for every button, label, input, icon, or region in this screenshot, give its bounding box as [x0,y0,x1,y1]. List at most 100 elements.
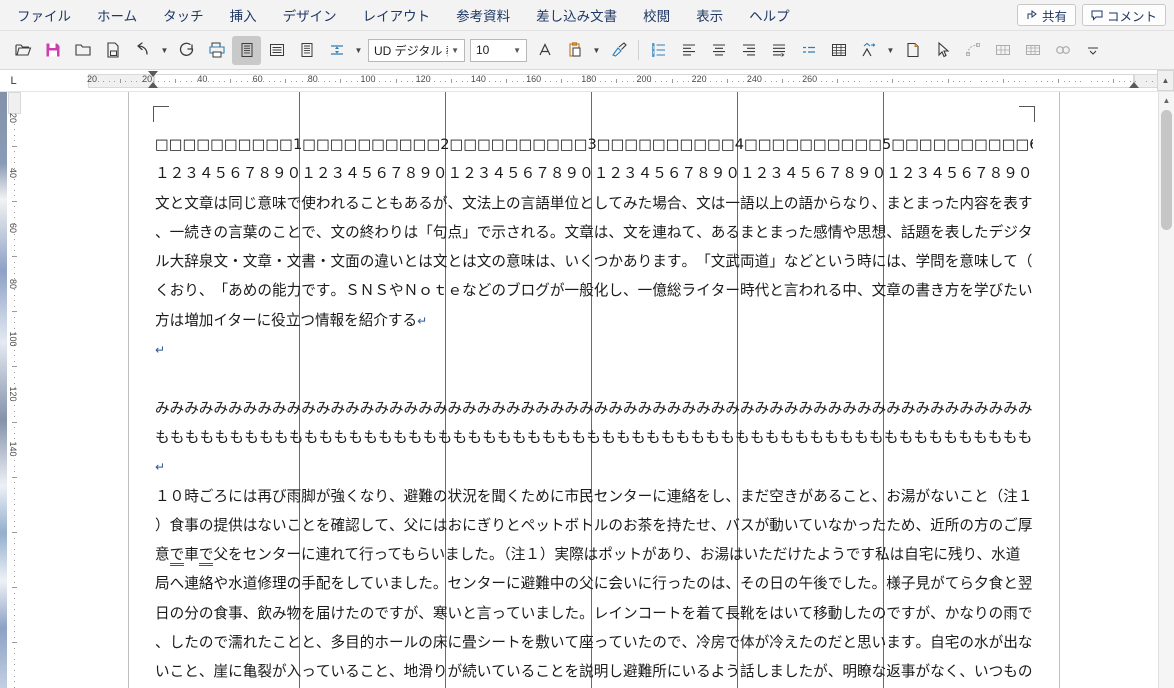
line-p1-5[interactable]: 方は増加イターに役立つ情報を紹介する↵ [155,306,1033,335]
line-pilcrow-2[interactable]: ↵ [155,452,1033,481]
line-spacing-icon[interactable] [322,36,351,65]
document-text[interactable]: □ □ □ □ □ □ □ □ □ □ 1 □ □ □ □ □ □ □ □ □ □ 2 □ □ □ □ □ □ □ □ □ □ 3 □ □ □ □ □ □ □… [155,130,1033,688]
ruler-dot [908,81,910,82]
vruler-dot [14,156,15,158]
document-page-area[interactable]: □ □ □ □ □ □ □ □ □ □ 1 □ □ □ □ □ □ □ □ □ □ 2 □ □ □ □ □ □ □ □ □ □ 3 □ □ □ □ □ □ □… [28,92,1158,688]
ruler-dot [1107,81,1109,82]
menu-mailings[interactable]: 差し込み文書 [523,0,630,30]
first-line-indent-marker[interactable] [148,71,158,77]
list-icon[interactable] [644,36,673,65]
line-pilcrow-1[interactable]: ↵ [155,335,1033,364]
vruler-dot [14,670,15,671]
align-justify-icon[interactable] [764,36,793,65]
line-p2-2[interactable]: ）食事の提供はないことを確認して、父にはおにぎりとペットボトルのお茶を持たせ、バ… [155,511,1033,540]
horizontal-ruler[interactable]: 20 20 40 60 80 100 120 140 160 180 200 220 240 260 [28,70,1157,91]
shape-edit-icon[interactable] [958,36,987,65]
menu-help[interactable]: ヘルプ [736,0,803,30]
indent-icon[interactable] [794,36,823,65]
scrollbar-thumb[interactable] [1161,110,1172,230]
menu-references[interactable]: 参考資料 [443,0,523,30]
infinity-icon[interactable] [1048,36,1077,65]
vruler-dot [14,515,15,517]
vruler-tick [12,642,17,644]
ruler-dot [539,81,541,82]
line-p2-1[interactable]: １ ０ 時ごろには再び雨脚が強くなり、避難の状況を聞くために市民センターに連絡をし、… [155,482,1033,511]
menu-file[interactable]: ファイル [4,0,84,30]
ruler-dot [986,81,988,82]
align-right-icon[interactable] [734,36,763,65]
horizontal-ruler-row: L 20 20 40 60 80 100 120 140 160 180 200 220 240 260 … [0,70,1174,92]
comment-button[interactable]: コメント [1081,4,1166,26]
menu-review[interactable]: 校閲 [630,0,683,30]
font-name-combo[interactable]: UD デジタル 教 ▼ [368,38,465,62]
hanging-indent-marker[interactable] [148,82,158,88]
scrollbar-up-arrow-icon[interactable]: ▲ [1159,92,1174,108]
line-spacing-dropdown-icon[interactable]: ▼ [352,36,365,65]
table-grid-icon[interactable] [988,36,1017,65]
vruler-dot [14,244,15,246]
ruler-dot [759,81,761,82]
vruler-dot [14,554,15,556]
new-folder-icon[interactable] [68,36,97,65]
line-p2-5[interactable]: 日の分の食事、飲み物を届けたのですが、寒いと言っていました。レインコートを着て長… [155,599,1033,628]
line-p1-2[interactable]: 、一続きの言葉のことで、文の終わりは「句点」で示される。文章は、文を連ねて、ある… [155,218,1033,247]
table-icon[interactable] [824,36,853,65]
print-preview-icon[interactable] [98,36,127,65]
undo-dropdown-icon[interactable]: ▼ [158,36,171,65]
menu-view[interactable]: 表示 [683,0,736,30]
menu-layout[interactable]: レイアウト [350,0,444,30]
line-boxes[interactable]: □ □ □ □ □ □ □ □ □ □ 1 □ □ □ □ □ □ □ □ □ □ 2 □ □ □ □ □ □ □ □ □ □ 3 □ □ □ □ □ □ □… [155,130,1033,159]
vruler-dot [14,438,15,440]
line-mi[interactable]: みみみみみみみみみみみみみみみみみみみみみみみみみみみみみみみみみみみみみみみみ… [155,394,1033,423]
ruby-icon[interactable] [854,36,883,65]
table-grid2-icon[interactable] [1018,36,1047,65]
menu-touch[interactable]: タッチ [150,0,217,30]
font-color-icon[interactable] [530,36,559,65]
line-p2-7[interactable]: いこと、崖に亀裂が入っていること、地滑りが続いていることを説明し避難所にいるよう… [155,657,1033,686]
vruler-dot [14,493,15,495]
right-indent-marker[interactable] [1129,82,1139,88]
share-button[interactable]: 共有 [1016,4,1076,26]
ruler-dot [301,81,303,82]
menu-insert[interactable]: 挿入 [217,0,270,30]
line-mo[interactable]: もももももももももももももももももももももももももももももももももももももももも… [155,423,1033,452]
align-left-icon[interactable] [674,36,703,65]
more-commands-icon[interactable] [1078,36,1107,65]
share-icon [1026,9,1038,21]
paragraph-mark-icon[interactable] [232,35,261,65]
font-size-combo[interactable]: 10 ▼ [470,38,527,62]
redo-icon[interactable] [172,36,201,65]
line-p2-4[interactable]: 局へ連絡や水道修理の手配をしていました。センターに避難中の父に会いに行ったのは、… [155,569,1033,598]
select-pointer-icon[interactable] [928,36,957,65]
ruby-dropdown-icon[interactable]: ▼ [884,36,897,65]
line-p2-6[interactable]: 、したので濡れたことと、多目的ホールの床に畳シートを敷いて座っていたので、冷房で… [155,628,1033,657]
align-center-icon[interactable] [704,36,733,65]
vruler-margin-band [8,92,21,114]
line-p2-3b: で [169,546,185,567]
line-p2-3[interactable]: 意で車で父をセンターに連れて行ってもらいました。（注１）実際はポットがあり、お湯… [155,540,1033,569]
ruler-label: 180 [581,74,597,84]
save-icon[interactable] [38,36,67,65]
paste-dropdown-icon[interactable]: ▼ [590,36,603,65]
line-digits[interactable]: １２３４５６７８９０１２３４５６７８９０１２３４５６７８９０１２３４５６７８９０… [155,159,1033,188]
align-text-icon[interactable] [262,36,291,65]
line-blank-1[interactable] [155,364,1033,393]
paste-icon[interactable] [560,36,589,65]
menu-home[interactable]: ホーム [84,0,150,30]
vertical-ruler[interactable]: 20 40 60 80 100 120 140 [0,92,28,688]
line-p1-1[interactable]: 文と文章は同じ意味で使われることもあるが、文法上の言語単位としてみた場合、文は一… [155,189,1033,218]
new-page-icon[interactable] [898,36,927,65]
scroll-up-button[interactable]: ▲ [1157,70,1174,91]
open-folder-icon[interactable] [8,36,37,65]
line-p1-3[interactable]: ル大辞泉文・文章・文書・文面の違いとは文とは文の意味は、いくつかあります。「文武… [155,247,1033,276]
document-page[interactable]: □ □ □ □ □ □ □ □ □ □ 1 □ □ □ □ □ □ □ □ □ □ 2 □ □ □ □ □ □ □ □ □ □ 3 □ □ □ □ □ □ □… [128,92,1060,688]
ruler-dot [1091,81,1093,82]
format-painter-icon[interactable] [604,36,633,65]
undo-icon[interactable] [128,36,157,65]
line-p1-4[interactable]: くおり、「あめの能力です。 Ｓ Ｎ Ｓ や Ｎｏ ｔ ｅ などのブログが一般化し、一億総ライター… [155,276,1033,305]
tab-stop-selector[interactable]: L [0,70,28,91]
menu-design[interactable]: デザイン [270,0,350,30]
vertical-scrollbar[interactable]: ▲ [1158,92,1174,688]
print-icon[interactable] [202,36,231,65]
page-layout-icon[interactable] [292,36,321,65]
